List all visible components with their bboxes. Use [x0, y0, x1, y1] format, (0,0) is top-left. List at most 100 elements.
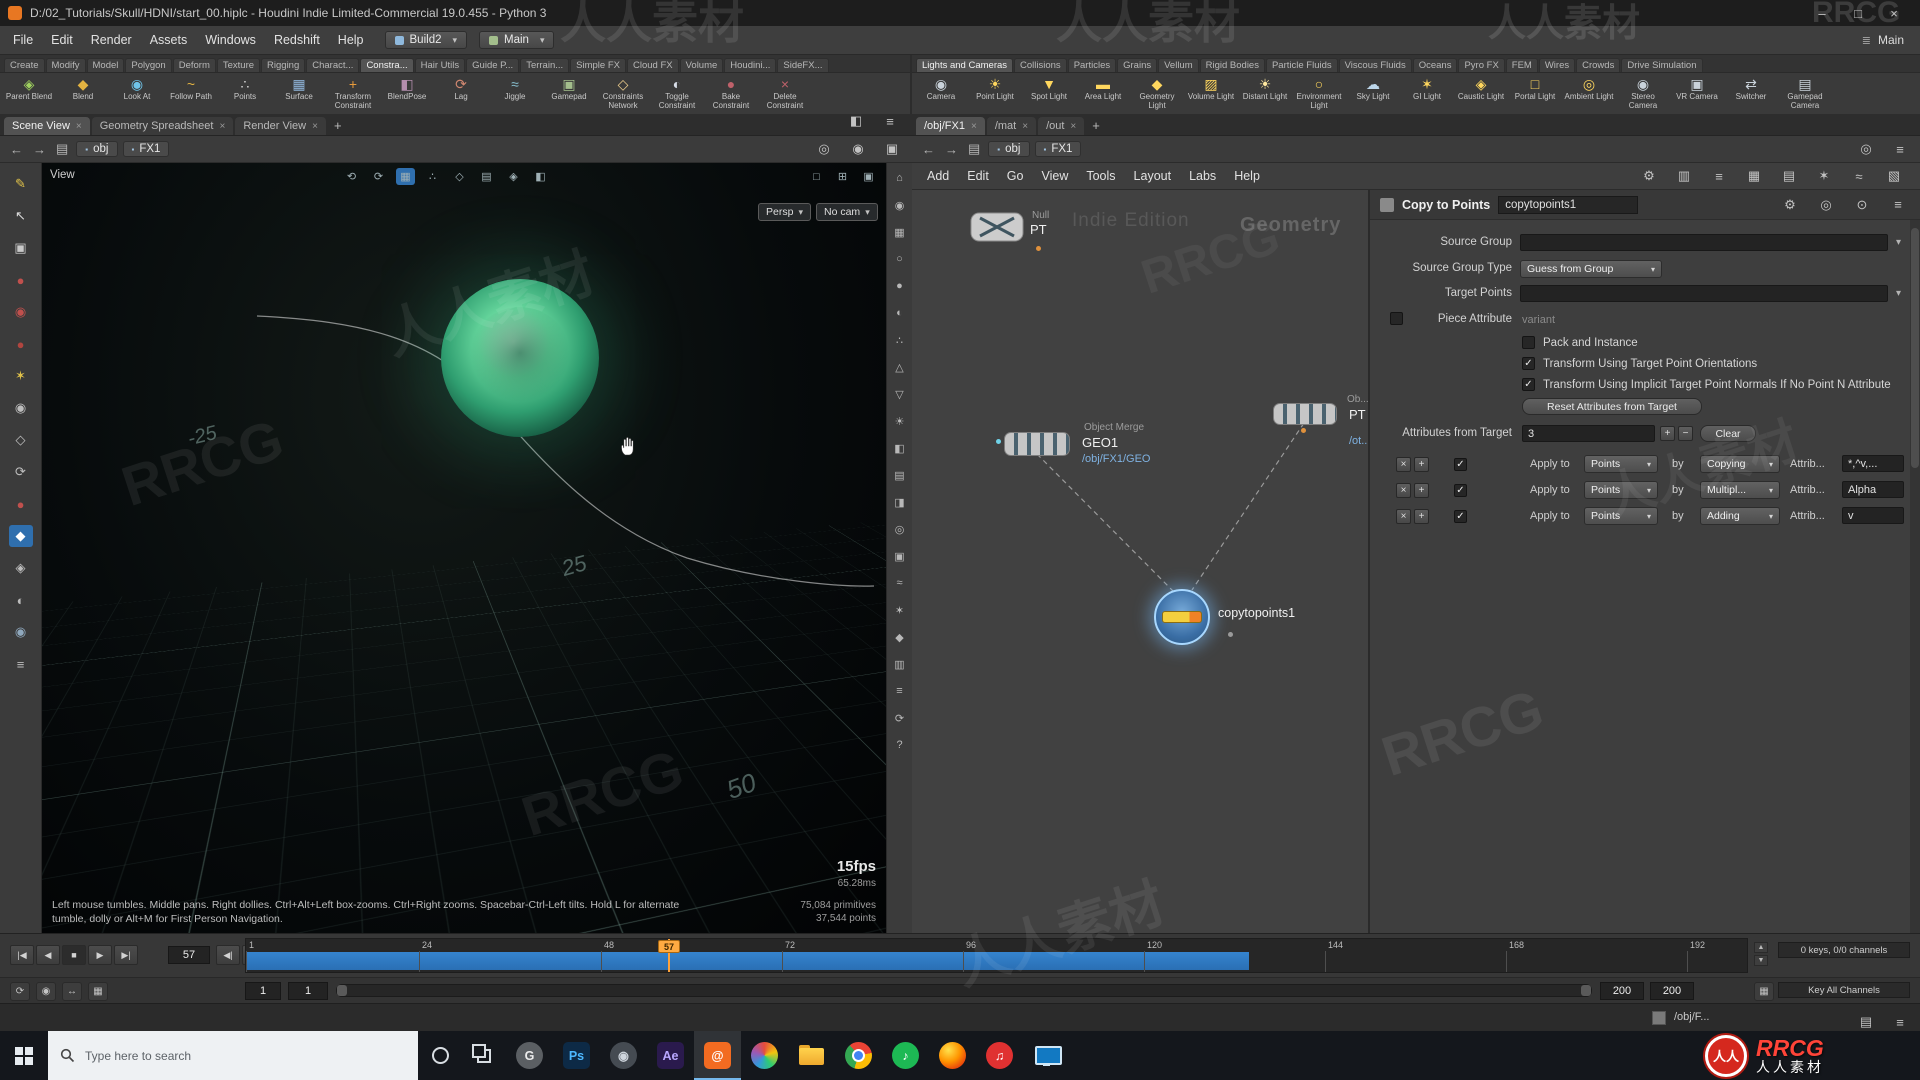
attribute-class-dropdown[interactable]: Points	[1584, 455, 1658, 473]
delete-attribute-row-button[interactable]: ×	[1396, 509, 1411, 524]
shelf-tab-particles[interactable]: Particles	[1067, 58, 1117, 72]
shelf-tool-area-light[interactable]: ▬ Area Light	[1076, 76, 1130, 102]
snap-grid-icon[interactable]: ▦	[396, 168, 415, 185]
shelf-tab-fem[interactable]: FEM	[1505, 58, 1538, 72]
shelf-tool-point-light[interactable]: ☀ Point Light	[968, 76, 1022, 102]
guides-icon[interactable]: ✶	[890, 601, 910, 619]
close-tab-icon[interactable]: ×	[1022, 121, 1028, 132]
clear-attributes-button[interactable]: Clear	[1700, 425, 1756, 442]
network-menu-labs[interactable]: Labs	[1180, 169, 1225, 183]
source-group-field[interactable]	[1520, 234, 1888, 251]
topo-tool-icon[interactable]: ◉	[9, 397, 33, 419]
split-pane-icon[interactable]: ◧	[844, 110, 868, 132]
network-menu-tools[interactable]: Tools	[1077, 169, 1124, 183]
shelf-tool-surface[interactable]: ▦ Surface	[272, 76, 326, 102]
display-options-icon[interactable]: ▥	[890, 655, 910, 673]
playback-range-start-field[interactable]: 1	[288, 982, 328, 1000]
material-ball-icon[interactable]: ●	[9, 493, 33, 515]
spare-params-icon[interactable]: ✶	[1812, 165, 1836, 187]
target-points-field[interactable]	[1520, 285, 1888, 302]
taskbar-gimp-button[interactable]: G	[506, 1031, 553, 1080]
shelf-tab-terrain[interactable]: Terrain...	[520, 58, 570, 72]
shelf-tool-transform-constraint[interactable]: + Transform Constraint	[326, 76, 380, 110]
shelf-tab-pyro-fx[interactable]: Pyro FX	[1458, 58, 1505, 72]
shelf-tool-switcher[interactable]: ⇄ Switcher	[1724, 76, 1778, 102]
culling-icon[interactable]: ◨	[890, 493, 910, 511]
playback-options-icon[interactable]: ⟳	[10, 982, 30, 1001]
shelf-tool-gamepad[interactable]: ▣ Gamepad	[542, 76, 596, 102]
shelf-tool-volume-light[interactable]: ▨ Volume Light	[1184, 76, 1238, 102]
forward-icon[interactable]: →	[943, 142, 960, 157]
attribute-pattern-field[interactable]: Alpha	[1842, 481, 1904, 498]
transform-using-target-point-orientations-checkbox[interactable]: ✓	[1522, 357, 1535, 370]
snap-edges-icon[interactable]: ◇	[450, 168, 469, 185]
shaded-icon[interactable]: ●	[890, 277, 910, 295]
shelf-tab-charact[interactable]: Charact...	[306, 58, 360, 72]
layout-single-icon[interactable]: □	[807, 168, 826, 185]
lighting-icon[interactable]: ☀	[890, 412, 910, 430]
select-visible-icon[interactable]: ◧	[531, 168, 550, 185]
paint-brush-icon[interactable]: ✎	[9, 173, 33, 195]
shelf-tab-houdini[interactable]: Houdini...	[724, 58, 777, 72]
wireframe-icon[interactable]: ○	[890, 250, 910, 268]
lock-camera-icon[interactable]: ◉	[890, 196, 910, 214]
follow-playbar-icon[interactable]: ◉	[36, 982, 56, 1001]
search-icon[interactable]: ⊙	[1850, 194, 1874, 216]
status-options-icon[interactable]: ≡	[1888, 1011, 1912, 1033]
node-input-dot[interactable]	[996, 439, 1001, 444]
shelf-tab-rigging[interactable]: Rigging	[261, 58, 306, 72]
close-tab-icon[interactable]: ×	[219, 121, 225, 132]
shelf-tab-guide-p[interactable]: Guide P...	[466, 58, 520, 72]
shelf-tab-texture[interactable]: Texture	[216, 58, 261, 72]
prev-increment-button[interactable]: ◀|	[216, 945, 240, 965]
shelf-tool-follow-path[interactable]: ~ Follow Path	[164, 76, 218, 102]
select-icon[interactable]: ↖	[9, 205, 33, 227]
dopesheet-icon[interactable]: ▦	[1754, 982, 1774, 1001]
maximize-viewport-icon[interactable]: ▣	[859, 168, 878, 185]
path-segment-fx1[interactable]: ▪ FX1	[1034, 141, 1082, 157]
pin-icon[interactable]: ◎	[1854, 138, 1878, 160]
close-button[interactable]: ×	[1876, 0, 1912, 26]
performance-icon[interactable]: ⟳	[890, 709, 910, 727]
network-menu-go[interactable]: Go	[998, 169, 1033, 183]
shelf-tool-gi-light[interactable]: ✶ GI Light	[1400, 76, 1454, 102]
taskbar-netease-music-button[interactable]: ♫	[976, 1031, 1023, 1080]
build-selector[interactable]: Build2	[384, 31, 468, 49]
global-range-end-field[interactable]: 200	[1650, 982, 1694, 1000]
network-menu-view[interactable]: View	[1032, 169, 1077, 183]
path-segment-obj[interactable]: ▪ obj	[988, 141, 1030, 157]
go-to-end-button[interactable]: ▶|	[114, 945, 138, 965]
add-tab-button[interactable]: +	[328, 118, 348, 135]
cortana-button[interactable]	[418, 1031, 462, 1080]
attribute-class-dropdown[interactable]: Points	[1584, 507, 1658, 525]
view-menu[interactable]: View	[50, 169, 75, 181]
insert-attribute-row-button[interactable]: +	[1414, 483, 1429, 498]
projection-selector[interactable]: Persp	[758, 203, 811, 221]
network-tab-mat[interactable]: /mat ×	[986, 117, 1037, 135]
attribute-mode-dropdown[interactable]: Adding	[1700, 507, 1780, 525]
taskbar-color-sphere-app-button[interactable]	[741, 1031, 788, 1080]
node-null-pt[interactable]	[970, 212, 1024, 245]
shelf-tool-jiggle[interactable]: ≈ Jiggle	[488, 76, 542, 102]
attribute-enable-checkbox[interactable]: ✓	[1454, 458, 1467, 471]
shelf-tool-geometry-light[interactable]: ◆ Geometry Light	[1130, 76, 1184, 110]
shelf-tab-volume[interactable]: Volume	[679, 58, 724, 72]
view-redo-icon[interactable]: ⟳	[369, 168, 388, 185]
tree-view-icon[interactable]: ≡	[1707, 165, 1731, 187]
menu-render[interactable]: Render	[82, 26, 141, 54]
shelf-tab-oceans[interactable]: Oceans	[1412, 58, 1458, 72]
taskbar-display-app-button[interactable]	[1023, 1031, 1070, 1080]
shelf-tool-blend[interactable]: ◆ Blend	[56, 76, 110, 102]
shelf-tool-stereo-camera[interactable]: ◉ Stereo Camera	[1616, 76, 1670, 110]
path-segment-obj[interactable]: ▪ obj	[76, 141, 118, 157]
menu-assets[interactable]: Assets	[141, 26, 197, 54]
shelf-tab-model[interactable]: Model	[86, 58, 125, 72]
shelf-tab-simple-fx[interactable]: Simple FX	[570, 58, 626, 72]
viewport-canvas[interactable]: -25 25 50 View ⟲⟳▦∴◇▤◈◧ □⊞▣ Persp No cam…	[42, 163, 886, 933]
tab-geometry-spreadsheet[interactable]: Geometry Spreadsheet ×	[91, 117, 234, 135]
shelf-tab-lights-and-cameras[interactable]: Lights and Cameras	[916, 58, 1014, 72]
layout-quad-icon[interactable]: ⊞	[833, 168, 852, 185]
spinner-down-icon[interactable]: ▼	[1754, 955, 1768, 966]
network-editor[interactable]: Indie Edition Geometry Null PT Object Me…	[912, 190, 1368, 933]
task-view-button[interactable]	[462, 1031, 506, 1080]
